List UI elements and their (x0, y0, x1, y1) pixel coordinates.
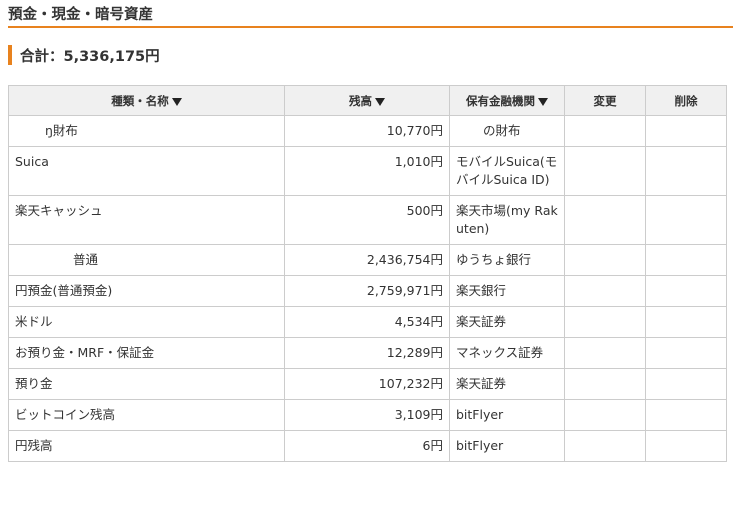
row-name: ŋ財布 (8, 115, 285, 147)
total-row: 合計：5,336,175円 (8, 45, 160, 65)
row-name: 普通 (8, 244, 285, 276)
row-name: 円残高 (8, 430, 285, 462)
row-balance: 500円 (284, 195, 450, 245)
table-row: Suica 1,010円 モバイルSuica(モバイルSuica ID) (8, 146, 727, 196)
table-row: ŋ財布 10,770円 の財布 (8, 115, 727, 147)
row-name: 預り金 (8, 368, 285, 400)
row-edit-cell (564, 275, 646, 307)
row-balance: 6円 (284, 430, 450, 462)
column-header-edit: 変更 (564, 85, 646, 116)
row-balance: 10,770円 (284, 115, 450, 147)
row-institution: の財布 (449, 115, 565, 147)
column-header-institution-label: 保有金融機関 (466, 93, 535, 108)
column-header-delete: 削除 (645, 85, 727, 116)
row-name: Suica (8, 146, 285, 196)
total-amount: 合計：5,336,175円 (20, 48, 160, 65)
row-balance: 1,010円 (284, 146, 450, 196)
sort-down-icon (171, 97, 182, 106)
row-name: 円預金(普通預金) (8, 275, 285, 307)
row-edit-cell (564, 195, 646, 245)
table-row: 楽天キャッシュ 500円 楽天市場(my Rakuten) (8, 195, 727, 245)
row-name: 米ドル (8, 306, 285, 338)
table-header-row: 種類・名称 残高 保有金融機関 変更 削除 (8, 85, 727, 116)
row-delete-cell (645, 244, 727, 276)
row-institution: 楽天市場(my Rakuten) (449, 195, 565, 245)
sort-down-icon (538, 97, 548, 106)
section-title: 預金・現金・暗号資産 (8, 7, 153, 23)
row-delete-cell (645, 430, 727, 462)
table-row: ビットコイン残高 3,109円 bitFlyer (8, 399, 727, 431)
section-header: 預金・現金・暗号資産 (8, 0, 733, 28)
row-balance: 2,759,971円 (284, 275, 450, 307)
row-delete-cell (645, 146, 727, 196)
table-row: 普通 2,436,754円 ゆうちょ銀行 (8, 244, 727, 276)
row-edit-cell (564, 399, 646, 431)
column-header-balance[interactable]: 残高 (284, 85, 450, 116)
row-balance: 3,109円 (284, 399, 450, 431)
assets-table: 種類・名称 残高 保有金融機関 変更 削除 ŋ財布 10,770円 の財布 Su… (8, 85, 727, 462)
row-institution: モバイルSuica(モバイルSuica ID) (449, 146, 565, 196)
row-institution: 楽天証券 (449, 368, 565, 400)
row-institution: 楽天銀行 (449, 275, 565, 307)
row-balance: 4,534円 (284, 306, 450, 338)
row-delete-cell (645, 306, 727, 338)
row-name: 楽天キャッシュ (8, 195, 285, 245)
table-row: 円預金(普通預金) 2,759,971円 楽天銀行 (8, 275, 727, 307)
row-edit-cell (564, 430, 646, 462)
column-header-name-label: 種類・名称 (111, 93, 169, 108)
row-balance: 2,436,754円 (284, 244, 450, 276)
row-edit-cell (564, 115, 646, 147)
total-accent-bar (8, 45, 12, 65)
row-institution: bitFlyer (449, 399, 565, 431)
row-delete-cell (645, 275, 727, 307)
row-delete-cell (645, 337, 727, 369)
column-header-institution[interactable]: 保有金融機関 (449, 85, 565, 116)
row-edit-cell (564, 306, 646, 338)
row-delete-cell (645, 115, 727, 147)
row-delete-cell (645, 368, 727, 400)
row-edit-cell (564, 337, 646, 369)
row-delete-cell (645, 399, 727, 431)
table-row: 預り金 107,232円 楽天証券 (8, 368, 727, 400)
row-name: ビットコイン残高 (8, 399, 285, 431)
row-balance: 107,232円 (284, 368, 450, 400)
row-institution: 楽天証券 (449, 306, 565, 338)
row-delete-cell (645, 195, 727, 245)
table-row: お預り金・MRF・保証金 12,289円 マネックス証券 (8, 337, 727, 369)
row-institution: ゆうちょ銀行 (449, 244, 565, 276)
row-name: お預り金・MRF・保証金 (8, 337, 285, 369)
table-row: 円残高 6円 bitFlyer (8, 430, 727, 462)
column-header-name[interactable]: 種類・名称 (8, 85, 285, 116)
row-balance: 12,289円 (284, 337, 450, 369)
sort-down-icon (375, 97, 385, 106)
row-edit-cell (564, 146, 646, 196)
table-row: 米ドル 4,534円 楽天証券 (8, 306, 727, 338)
column-header-balance-label: 残高 (349, 93, 372, 108)
row-institution: マネックス証券 (449, 337, 565, 369)
row-edit-cell (564, 368, 646, 400)
row-edit-cell (564, 244, 646, 276)
row-institution: bitFlyer (449, 430, 565, 462)
